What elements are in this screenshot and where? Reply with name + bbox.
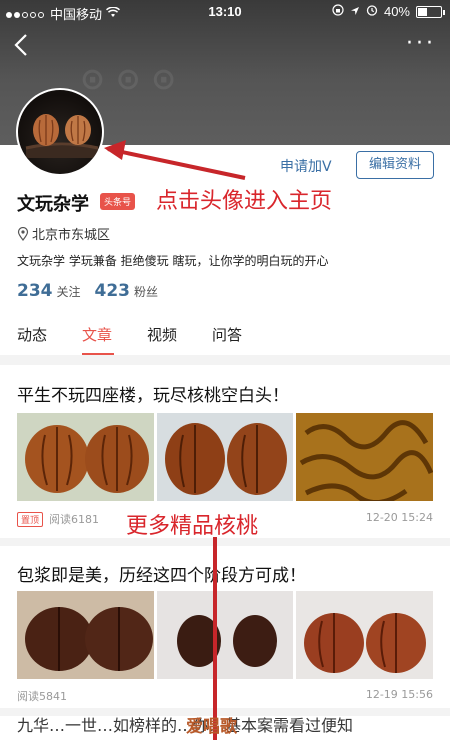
fans-label: 粉丝	[134, 285, 159, 299]
location-text: 北京市东城区	[32, 228, 111, 243]
edit-profile-button[interactable]: 编辑资料	[356, 151, 434, 179]
fans-count: 423	[94, 281, 131, 301]
tab-articles[interactable]: 文章	[82, 324, 112, 345]
profile-name: 文玩杂学	[17, 194, 89, 215]
walnut-thumbnail	[156, 591, 294, 679]
tab-dynamic[interactable]: 动态	[17, 324, 47, 345]
article-thumbnails[interactable]	[17, 591, 434, 679]
article-meta: 阅读5841 12-19 15:56	[17, 688, 433, 704]
walnut-thumbnail	[17, 413, 154, 501]
article-date: 12-20 15:24	[365, 511, 433, 524]
annotation-line	[213, 537, 217, 740]
avatar-annotation-text: 点击头像进入主页	[156, 189, 333, 214]
following-count: 234	[17, 281, 53, 301]
content-tabs: 动态 文章 视频 问答	[0, 318, 450, 355]
article-title[interactable]: 平生不玩四座楼，玩尽核桃空白头！	[17, 381, 289, 406]
article-thumbnails[interactable]	[17, 413, 434, 501]
fans-stat[interactable]: 423 粉丝	[95, 281, 159, 301]
profile-bio: 文玩杂学 学玩兼备 拒绝傻玩 瞎玩，让你学的明白玩的开心	[17, 254, 329, 268]
walnut-thumbnail	[156, 413, 294, 501]
walnut-thumbnail	[296, 591, 434, 679]
pinned-badge: 置顶	[17, 512, 44, 527]
next-article-title-partial[interactable]: 九华…一世…如榜样的…你…基本案需看过便知	[17, 712, 353, 736]
section-divider	[0, 355, 450, 365]
tab-qa[interactable]: 问答	[212, 324, 242, 345]
read-count: 阅读6181	[49, 513, 100, 526]
more-annotation-text: 更多精品核桃	[126, 514, 259, 539]
following-stat[interactable]: 234 关注	[17, 281, 81, 301]
article-date: 12-19 15:56	[365, 688, 433, 701]
headline-badge: 头条号	[100, 193, 136, 210]
location-pin-icon	[17, 226, 29, 241]
profile-location: 北京市东城区	[17, 224, 110, 243]
walnut-closeup-thumbnail	[296, 413, 434, 501]
article-title[interactable]: 包浆即是美，历经这四个阶段方可成！	[17, 561, 306, 586]
tab-videos[interactable]: 视频	[147, 324, 177, 345]
apply-verification-link[interactable]: 申请加V	[280, 156, 332, 176]
profile-stats: 234 关注 423 粉丝	[17, 281, 158, 301]
read-count: 阅读5841	[17, 690, 67, 703]
following-label: 关注	[56, 285, 81, 299]
walnut-thumbnail	[17, 591, 154, 679]
bottom-watermark: 爱唱歌	[186, 717, 237, 737]
